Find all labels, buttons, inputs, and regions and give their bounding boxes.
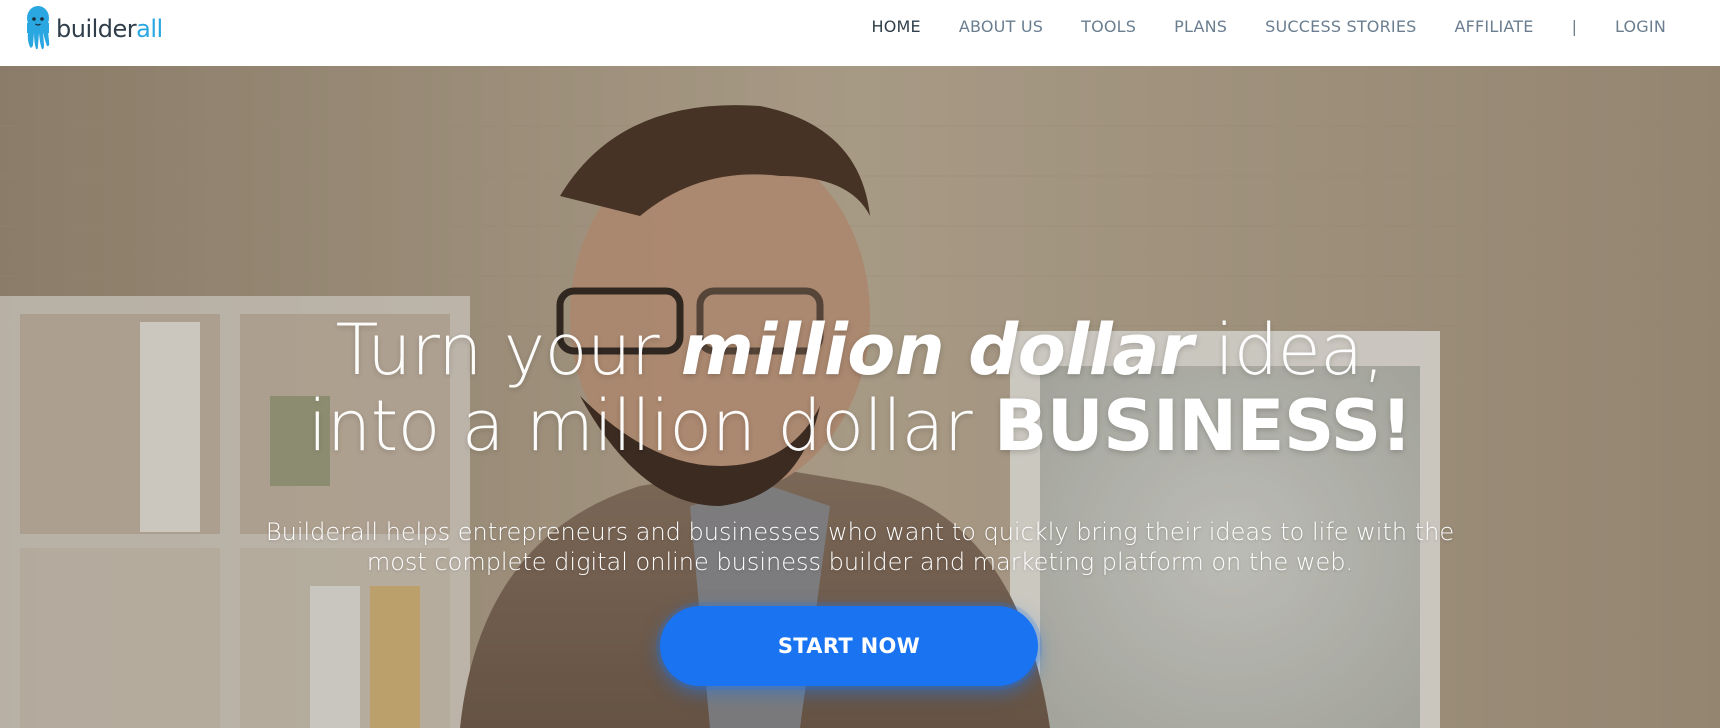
nav-separator: | — [1571, 16, 1577, 36]
nav-about-us[interactable]: ABOUT US — [959, 17, 1043, 36]
nav-success-stories[interactable]: SUCCESS STORIES — [1265, 17, 1416, 36]
nav-tools[interactable]: TOOLS — [1081, 17, 1136, 36]
headline-line-2: into a million dollar BUSINESS! — [307, 385, 1413, 467]
nav-plans[interactable]: PLANS — [1174, 17, 1227, 36]
octopus-mascot-icon — [27, 6, 50, 50]
hero-section: Turn your million dollar idea, into a mi… — [0, 66, 1720, 728]
brand-name: builderall — [56, 15, 163, 43]
nav-affiliate[interactable]: AFFILIATE — [1454, 17, 1533, 36]
nav-home[interactable]: HOME — [871, 17, 920, 36]
brand-logo[interactable]: builderall — [24, 4, 163, 52]
headline-line-1: Turn your million dollar idea, — [335, 309, 1385, 391]
nav-login[interactable]: LOGIN — [1615, 17, 1666, 36]
hero-headline: Turn your million dollar idea, into a mi… — [0, 312, 1720, 464]
start-now-button[interactable]: START NOW — [660, 606, 1038, 686]
hero-subtext: Builderall helps entrepreneurs and busin… — [265, 518, 1455, 576]
main-nav: HOME ABOUT US TOOLS PLANS SUCCESS STORIE… — [833, 0, 1720, 52]
top-navbar: builderall HOME ABOUT US TOOLS PLANS SUC… — [0, 0, 1720, 66]
